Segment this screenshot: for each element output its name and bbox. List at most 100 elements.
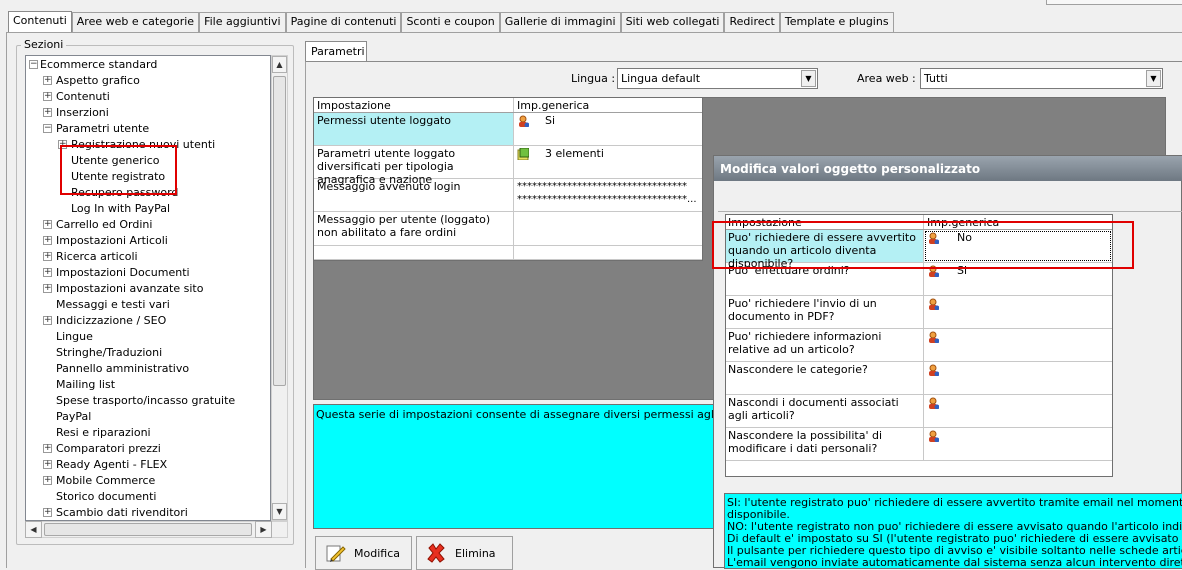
tree-item[interactable]: Spese trasporto/incasso gratuite (56, 393, 235, 409)
tree-item[interactable]: Mailing list (56, 377, 115, 393)
chevron-down-icon[interactable]: ▼ (801, 70, 816, 87)
tree-item[interactable]: Ecommerce standard (40, 57, 157, 73)
expand-icon[interactable]: + (43, 268, 52, 277)
dialog-setting-value-cell[interactable] (924, 362, 1112, 394)
scroll-down-icon[interactable]: ▼ (272, 503, 287, 520)
tab-redirect[interactable]: Redirect (724, 12, 780, 32)
setting-value-cell[interactable]: 3 elementi (514, 146, 701, 178)
lingua-select-value: Lingua default (621, 72, 701, 85)
dialog-row[interactable]: Nascondere le categorie? (726, 362, 1112, 395)
setting-value-cell[interactable] (514, 212, 701, 245)
dialog-setting-value-cell[interactable] (924, 428, 1112, 460)
tab-siti-web-collegati[interactable]: Siti web collegati (620, 12, 725, 32)
tree-item[interactable]: Indicizzazione / SEO (56, 313, 166, 329)
tree-item[interactable]: Storico documenti (56, 489, 156, 505)
expand-icon[interactable]: + (43, 476, 52, 485)
tab-aree-web-e-categorie[interactable]: Aree web e categorie (71, 12, 200, 32)
tree-item[interactable]: Messaggi e testi vari (56, 297, 170, 313)
dialog-setting-name[interactable]: Nascondere la possibilita' di modificare… (726, 428, 924, 460)
tree-item[interactable]: Scambio dati rivenditori (56, 505, 188, 520)
edit-icon (326, 545, 346, 562)
tree-item[interactable]: Aspetto grafico (56, 73, 140, 89)
chevron-down-icon[interactable]: ▼ (1146, 70, 1161, 87)
tree-item[interactable]: Carrello ed Ordini (56, 217, 152, 233)
tab-file-aggiuntivi[interactable]: File aggiuntivi (199, 12, 286, 32)
area-web-select-value: Tutti (924, 72, 948, 85)
setting-value-cell[interactable]: Si (514, 113, 701, 145)
setting-name[interactable]: Messaggio per utente (loggato) non abili… (314, 212, 514, 245)
table-row[interactable]: Permessi utente loggato Si (314, 113, 702, 146)
tree-item[interactable]: Pannello amministrativo (56, 361, 189, 377)
tree-item[interactable]: Ready Agenti - FLEX (56, 457, 167, 473)
tree-item[interactable]: Lingue (56, 329, 93, 345)
scroll-left-icon[interactable]: ◀ (25, 521, 42, 538)
tree-item[interactable]: Inserzioni (56, 105, 109, 121)
expand-icon[interactable]: + (43, 220, 52, 229)
user-permission-icon (929, 430, 939, 442)
sections-tree[interactable]: − Ecommerce standard + Aspetto grafico + Cont… (25, 55, 271, 521)
tree-item[interactable]: Parametri utente (56, 121, 149, 137)
tree-item[interactable]: Ricerca articoli (56, 249, 138, 265)
tab-contenuti[interactable]: Contenuti (8, 11, 72, 33)
scroll-right-icon[interactable]: ▶ (255, 521, 272, 538)
area-web-select[interactable]: Tutti ▼ (920, 68, 1163, 89)
expand-icon[interactable]: + (43, 460, 52, 469)
dialog-setting-name[interactable]: Nascondere le categorie? (726, 362, 924, 394)
tree-item[interactable]: PayPal (56, 409, 91, 425)
setting-name[interactable]: Permessi utente loggato (314, 113, 514, 145)
tree-item[interactable]: Mobile Commerce (56, 473, 155, 489)
tab-gallerie-di-immagini[interactable]: Gallerie di immagini (499, 12, 621, 32)
dialog-setting-value-cell[interactable] (924, 296, 1112, 328)
tab-parametri[interactable]: Parametri (305, 41, 367, 62)
tree-item[interactable]: Resi e riparazioni (56, 425, 151, 441)
tree-item[interactable]: Contenuti (56, 89, 110, 105)
expand-icon[interactable]: + (43, 236, 52, 245)
scroll-up-icon[interactable]: ▲ (272, 56, 287, 73)
table-row[interactable]: Messaggio per utente (loggato) non abili… (314, 212, 702, 246)
dialog-row[interactable]: Puo' richiedere l'invio di un documento … (726, 296, 1112, 329)
expand-icon[interactable]: + (43, 508, 52, 517)
dialog-setting-name[interactable]: Nascondi i documenti associati agli arti… (726, 395, 924, 427)
column-header-imp-generica[interactable]: Imp.generica (514, 98, 701, 112)
dialog-setting-value-cell[interactable] (924, 329, 1112, 361)
tree-item[interactable]: Stringhe/Traduzioni (56, 345, 162, 361)
dialog-setting-name[interactable]: Puo' richiedere l'invio di un documento … (726, 296, 924, 328)
expand-icon[interactable]: + (43, 252, 52, 261)
hscroll-thumb[interactable] (44, 523, 252, 536)
expand-icon[interactable]: + (43, 444, 52, 453)
scroll-thumb[interactable] (273, 76, 286, 386)
setting-value-cell[interactable]: ********************************** *****… (514, 179, 701, 211)
collapse-icon[interactable]: − (43, 124, 52, 133)
column-header-impostazione[interactable]: Impostazione (314, 98, 514, 112)
dialog-row[interactable]: Puo' richiedere informazioni relative ad… (726, 329, 1112, 362)
dialog-row[interactable]: Nascondere la possibilita' di modificare… (726, 428, 1112, 461)
tree-item[interactable]: Impostazioni Articoli (56, 233, 168, 249)
table-row[interactable]: Parametri utente loggato diversificati p… (314, 146, 702, 186)
tree-item[interactable]: Impostazioni avanzate sito (56, 281, 203, 297)
expand-icon[interactable]: + (43, 316, 52, 325)
setting-name[interactable]: Messaggio avvenuto login (314, 179, 514, 211)
dialog-row[interactable]: Nascondi i documenti associati agli arti… (726, 395, 1112, 428)
modifica-button[interactable]: Modifica (315, 536, 412, 570)
setting-value: Si (545, 114, 556, 127)
tree-item[interactable]: Impostazioni Documenti (56, 265, 190, 281)
table-row[interactable]: Messaggio avvenuto login ****************… (314, 179, 702, 212)
tab-pagine-di-contenuti[interactable]: Pagine di contenuti (285, 12, 402, 32)
expand-icon[interactable]: + (43, 284, 52, 293)
expand-icon[interactable]: + (43, 92, 52, 101)
collapse-icon[interactable]: − (29, 60, 38, 69)
dialog-setting-name[interactable]: Puo' richiedere informazioni relative ad… (726, 329, 924, 361)
elimina-button[interactable]: Elimina (416, 536, 513, 570)
tree-vertical-scrollbar[interactable]: ▲ ▼ (271, 55, 288, 521)
tab-template-e-plugins[interactable]: Template e plugins (779, 12, 894, 32)
expand-icon[interactable]: + (43, 108, 52, 117)
main-tabs: Contenuti Aree web e categorie File aggiun… (8, 11, 894, 33)
setting-name[interactable]: Parametri utente loggato diversificati p… (314, 146, 514, 186)
tab-sconti-e-coupon[interactable]: Sconti e coupon (401, 12, 500, 32)
dialog-setting-value-cell[interactable] (924, 395, 1112, 427)
tree-item[interactable]: Comparatori prezzi (56, 441, 161, 457)
lingua-select[interactable]: Lingua default ▼ (617, 68, 818, 89)
expand-icon[interactable]: + (43, 76, 52, 85)
tree-item[interactable]: Log In with PayPal (71, 201, 170, 217)
tree-horizontal-scrollbar[interactable]: ◀ ▶ (25, 521, 288, 538)
